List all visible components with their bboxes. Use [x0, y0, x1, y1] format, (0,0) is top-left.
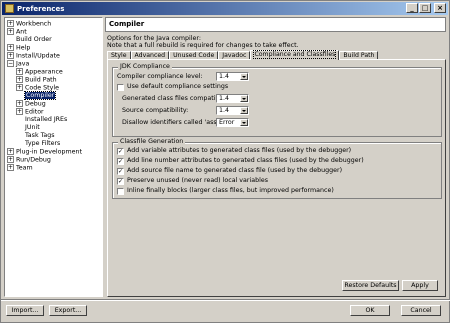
tree-item-installed-jres[interactable]: Installed JREs [25, 116, 67, 124]
group-title: JDK Compliance [118, 63, 172, 71]
tree-item-task-tags[interactable]: Task Tags [25, 132, 55, 140]
page-title: Compiler [105, 17, 446, 32]
inline-finally-checkbox[interactable] [117, 188, 124, 195]
line-number-checkbox[interactable]: ✓ [117, 158, 124, 165]
expand-icon[interactable]: + [7, 148, 14, 155]
source-file-name-checkbox[interactable]: ✓ [117, 168, 124, 175]
generated-compat-select[interactable]: 1.4 [216, 94, 249, 103]
apply-button[interactable]: Apply [402, 280, 438, 291]
import-button[interactable]: Import... [6, 305, 44, 316]
tree-item-workbench[interactable]: + Workbench [7, 20, 51, 28]
expand-icon[interactable]: + [7, 164, 14, 171]
compliance-level-label: Compiler compliance level: [117, 73, 203, 80]
expand-icon[interactable]: + [16, 68, 23, 75]
expand-icon[interactable]: + [7, 52, 14, 59]
export-button[interactable]: Export... [49, 305, 87, 316]
tree-item-compiler[interactable]: Compiler [23, 91, 57, 100]
compliance-level-select[interactable]: 1.4 [216, 72, 249, 81]
expand-icon[interactable]: + [7, 156, 14, 163]
line-number-label: Add line number attributes to generated … [127, 157, 364, 164]
tree-item-install-update[interactable]: + Install/Update [7, 52, 60, 60]
preferences-window: Preferences _ □ × + Workbench + Ant Build … [0, 0, 450, 323]
tree-item-code-style[interactable]: + Code Style [16, 84, 59, 92]
restore-defaults-button[interactable]: Restore Defaults [342, 280, 399, 291]
tree-item-run-debug[interactable]: + Run/Debug [7, 156, 51, 164]
ok-button[interactable]: OK [350, 305, 390, 316]
tree-item-team[interactable]: + Team [7, 164, 33, 172]
expand-icon[interactable]: + [16, 108, 23, 115]
tree-item-appearance[interactable]: + Appearance [16, 68, 63, 76]
assert-label: Disallow identifiers called 'assert': [122, 119, 230, 126]
title-bar: Preferences _ □ × [2, 2, 448, 15]
chevron-down-icon[interactable] [240, 119, 248, 126]
assert-select[interactable]: Error [216, 118, 249, 127]
preferences-tree[interactable]: + Workbench + Ant Build Order + Help + Insta… [4, 17, 103, 297]
preserve-unused-label: Preserve unused (never read) local varia… [127, 177, 268, 184]
tree-item-editor[interactable]: + Editor [16, 108, 44, 116]
group-title: Classfile Generation [118, 138, 186, 146]
page-description: Options for the Java compiler: Note that… [107, 35, 299, 49]
description-line-1: Options for the Java compiler: [107, 35, 202, 42]
description-line-2: Note that a full rebuild is required for… [107, 42, 299, 49]
tree-item-debug[interactable]: + Debug [16, 100, 46, 108]
close-button[interactable]: × [434, 3, 446, 13]
minimize-button[interactable]: _ [406, 3, 418, 13]
expand-icon[interactable]: + [7, 20, 14, 27]
tree-item-build-path[interactable]: + Build Path [16, 76, 57, 84]
jdk-compliance-group: JDK Compliance Compiler compliance level… [112, 63, 442, 137]
tree-item-help[interactable]: + Help [7, 44, 30, 52]
chevron-down-icon[interactable] [240, 107, 248, 114]
window-icon [5, 4, 14, 13]
expand-icon[interactable]: + [7, 28, 14, 35]
expand-icon[interactable]: + [16, 100, 23, 107]
expand-icon[interactable]: + [16, 84, 23, 91]
use-default-checkbox[interactable] [117, 84, 124, 91]
source-file-name-label: Add source file name to generated class … [127, 167, 343, 174]
tab-compliance-and-classfiles[interactable]: Compliance and Classfiles [250, 50, 340, 60]
classfile-generation-group: Classfile Generation ✓ Add variable attr… [112, 138, 442, 199]
chevron-down-icon[interactable] [240, 95, 248, 102]
cancel-button[interactable]: Cancel [401, 305, 441, 316]
collapse-icon[interactable]: − [7, 60, 14, 67]
variable-attributes-checkbox[interactable]: ✓ [117, 148, 124, 155]
variable-attributes-label: Add variable attributes to generated cla… [127, 147, 352, 154]
source-compat-select[interactable]: 1.4 [216, 106, 249, 115]
tree-item-build-order[interactable]: Build Order [16, 36, 52, 44]
tree-item-java[interactable]: − Java [7, 60, 29, 68]
use-default-label: Use default compliance settings [127, 83, 229, 90]
source-compat-label: Source compatibility: [122, 107, 189, 114]
tree-item-ant[interactable]: + Ant [7, 28, 27, 36]
tree-item-junit[interactable]: JUnit [25, 124, 40, 132]
expand-icon[interactable]: + [16, 76, 23, 83]
tree-item-type-filters[interactable]: Type Filters [25, 140, 60, 148]
tab-panel: JDK Compliance Compiler compliance level… [107, 59, 446, 297]
inline-finally-label: Inline finally blocks (larger class file… [127, 187, 334, 194]
maximize-button[interactable]: □ [419, 3, 431, 13]
window-title: Preferences [17, 4, 65, 13]
tree-item-plugin-development[interactable]: + Plug-in Development [7, 148, 82, 156]
preserve-unused-checkbox[interactable]: ✓ [117, 178, 124, 185]
bottom-separator [1, 299, 450, 301]
expand-icon[interactable]: + [7, 44, 14, 51]
chevron-down-icon[interactable] [240, 73, 248, 80]
